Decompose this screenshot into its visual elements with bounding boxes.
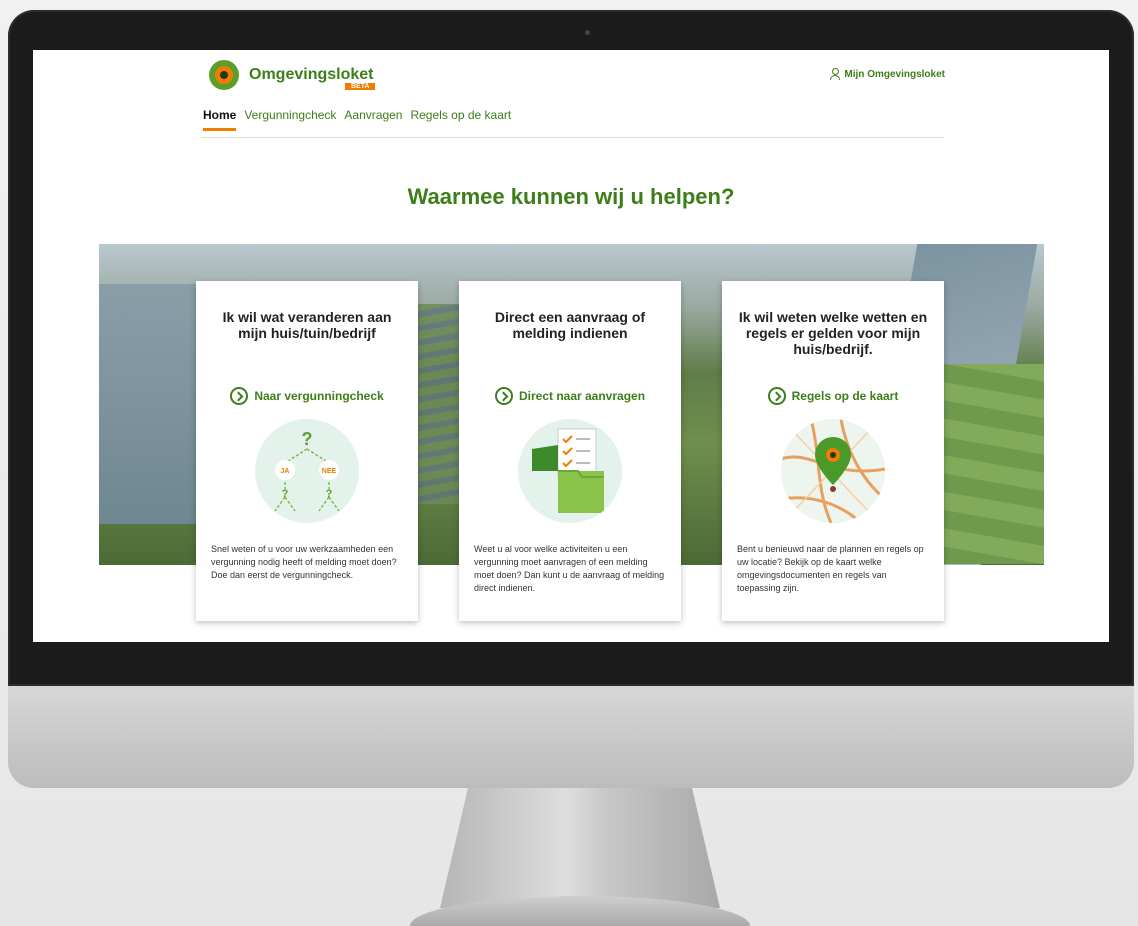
my-account-label: Mijn Omgevingsloket <box>844 68 945 80</box>
decision-tree-illustration: ? JA NEE ? ? <box>255 419 359 523</box>
page-title: Waarmee kunnen wij u helpen? <box>407 184 735 209</box>
chevron-right-icon <box>767 387 786 405</box>
nav-divider <box>201 137 944 138</box>
card-regels-op-de-kaart: Ik wil weten welke wetten en regels er g… <box>722 281 944 621</box>
card-title: Ik wil wat veranderen aan mijn huis/tuin… <box>222 309 392 341</box>
monitor-stand <box>440 788 720 908</box>
card-aanvragen: Direct een aanvraag of melding indienen … <box>459 281 681 621</box>
svg-text:?: ? <box>282 488 289 500</box>
svg-text:JA: JA <box>281 468 290 475</box>
card-description: Snel weten of u voor uw werkzaamheden ee… <box>211 544 397 580</box>
naar-vergunningcheck-link[interactable]: Naar vergunningcheck <box>196 387 418 405</box>
chevron-right-icon <box>494 387 513 405</box>
application-folder-illustration <box>518 419 622 523</box>
direct-naar-aanvragen-link[interactable]: Direct naar aanvragen <box>459 387 681 405</box>
main-nav: Home Vergunningcheck Aanvragen Regels op… <box>203 108 511 131</box>
card-link-label: Naar vergunningcheck <box>254 389 384 403</box>
card-link-label: Regels op de kaart <box>791 389 899 403</box>
logo-icon <box>209 60 239 90</box>
card-vergunningcheck: Ik wil wat veranderen aan mijn huis/tuin… <box>196 281 418 621</box>
card-description: Weet u al voor welke activiteiten u een … <box>474 544 665 593</box>
svg-text:NEE: NEE <box>322 468 337 475</box>
beta-badge: BETA <box>344 83 376 90</box>
browser-screen: Omgevingsloket BETA Mijn Omgevingsloket … <box>33 50 1109 642</box>
monitor-chin <box>8 686 1134 788</box>
logo-text: Omgevingsloket <box>249 66 374 83</box>
card-title: Ik wil weten welke wetten en regels er g… <box>738 309 928 357</box>
card-link-label: Direct naar aanvragen <box>518 389 646 403</box>
nav-vergunningcheck[interactable]: Vergunningcheck <box>244 108 336 131</box>
map-pin-illustration <box>781 419 885 523</box>
regels-op-de-kaart-link[interactable]: Regels op de kaart <box>722 387 944 405</box>
user-icon <box>830 68 841 80</box>
svg-text:?: ? <box>326 488 333 500</box>
camera-icon <box>585 30 590 35</box>
nav-regels-op-de-kaart[interactable]: Regels op de kaart <box>410 108 511 131</box>
card-description: Bent u benieuwd naar de plannen en regel… <box>737 544 924 593</box>
nav-home[interactable]: Home <box>203 108 237 131</box>
card-title: Direct een aanvraag of melding indienen <box>494 309 646 341</box>
site-logo[interactable]: Omgevingsloket BETA <box>209 60 376 90</box>
chevron-right-icon <box>230 387 249 405</box>
my-account-link[interactable]: Mijn Omgevingsloket <box>830 68 945 80</box>
nav-aanvragen[interactable]: Aanvragen <box>344 108 402 131</box>
svg-text:?: ? <box>302 429 313 449</box>
